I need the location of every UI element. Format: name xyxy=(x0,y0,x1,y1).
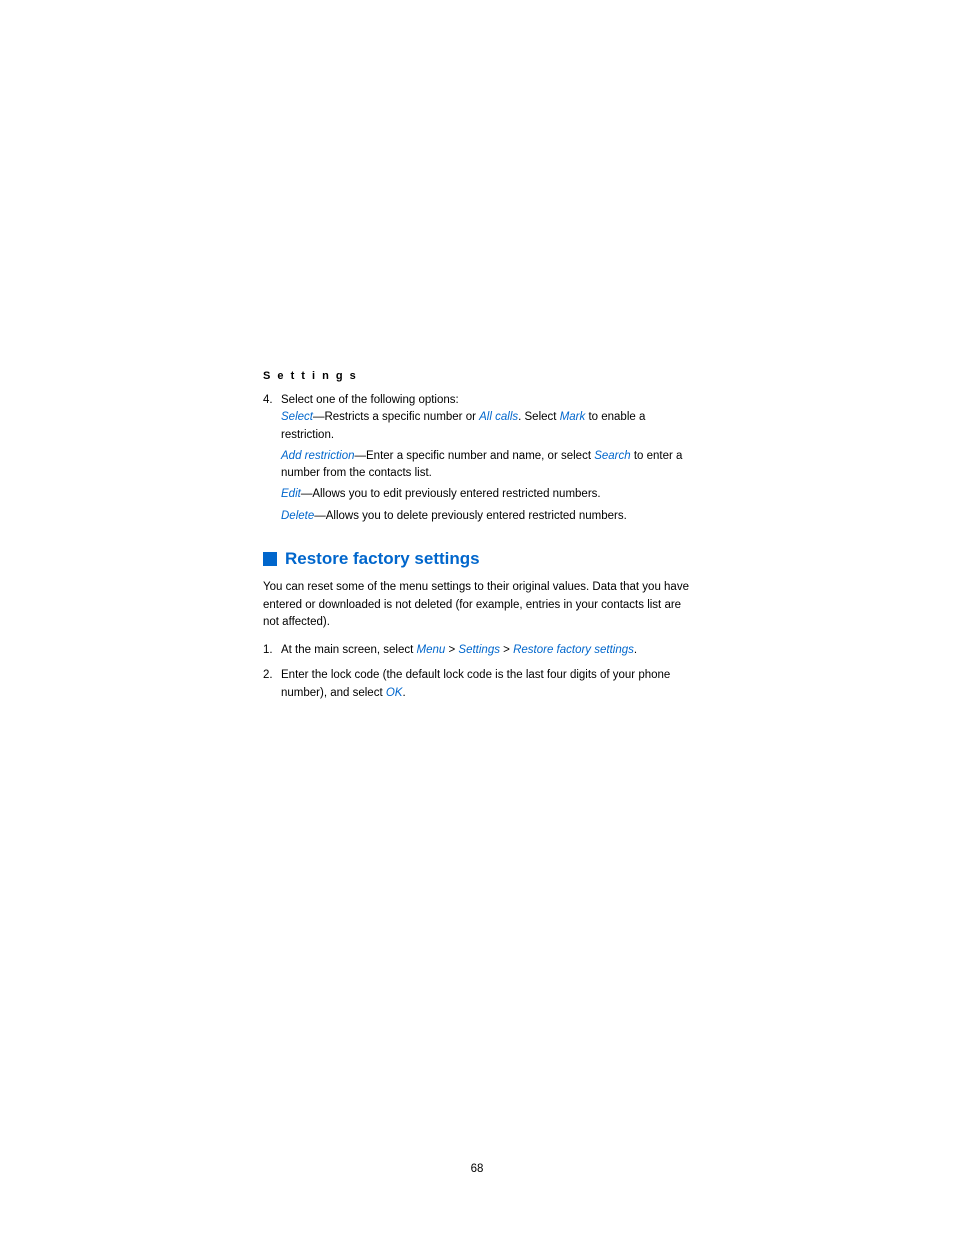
section-icon xyxy=(263,552,277,566)
link-ok[interactable]: OK xyxy=(386,687,403,699)
restore-step-1: 1. At the main screen, select Menu > Set… xyxy=(263,642,693,659)
link-add-restriction[interactable]: Add restriction xyxy=(281,450,355,462)
restore-step-2-content: Enter the lock code (the default lock co… xyxy=(281,667,693,702)
option-select-text2: . Select xyxy=(518,411,560,423)
link-search[interactable]: Search xyxy=(594,450,630,462)
option-add-restriction-text1: —Enter a specific number and name, or se… xyxy=(355,450,595,462)
settings-label: S e t t i n g s xyxy=(263,370,693,382)
step-4-intro: Select one of the following options: xyxy=(281,394,459,406)
step-4-number: 4. xyxy=(263,392,281,529)
restore-step-2-text-post: . xyxy=(402,687,405,699)
link-all-calls[interactable]: All calls xyxy=(479,411,518,423)
page-number: 68 xyxy=(471,1163,484,1175)
option-delete: Delete—Allows you to delete previously e… xyxy=(281,508,693,525)
restore-step-2: 2. Enter the lock code (the default lock… xyxy=(263,667,693,702)
link-edit[interactable]: Edit xyxy=(281,488,301,500)
link-restore-factory-settings[interactable]: Restore factory settings xyxy=(513,644,634,656)
restore-step-1-sep2: > xyxy=(500,644,513,656)
section-title: Restore factory settings xyxy=(285,549,480,569)
link-select[interactable]: Select xyxy=(281,411,313,423)
restore-step-1-text-post: . xyxy=(634,644,637,656)
option-edit: Edit—Allows you to edit previously enter… xyxy=(281,486,693,503)
restore-step-1-content: At the main screen, select Menu > Settin… xyxy=(281,642,693,659)
option-delete-text: —Allows you to delete previously entered… xyxy=(314,510,627,522)
option-select-text1: —Restricts a specific number or xyxy=(313,411,479,423)
option-edit-text: —Allows you to edit previously entered r… xyxy=(301,488,601,500)
step-4: 4. Select one of the following options: … xyxy=(263,392,693,529)
step-4-content: Select one of the following options: Sel… xyxy=(281,392,693,529)
section-body: You can reset some of the menu settings … xyxy=(263,579,693,632)
link-mark[interactable]: Mark xyxy=(560,411,586,423)
restore-step-2-number: 2. xyxy=(263,667,281,702)
link-delete[interactable]: Delete xyxy=(281,510,314,522)
restore-step-1-number: 1. xyxy=(263,642,281,659)
option-add-restriction: Add restriction—Enter a specific number … xyxy=(281,448,693,483)
page-content: S e t t i n g s 4. Select one of the fol… xyxy=(263,370,693,710)
section-heading: Restore factory settings xyxy=(263,549,693,569)
restore-step-2-text-pre: Enter the lock code (the default lock co… xyxy=(281,669,670,698)
link-settings[interactable]: Settings xyxy=(458,644,500,656)
link-menu[interactable]: Menu xyxy=(417,644,446,656)
option-select: Select—Restricts a specific number or Al… xyxy=(281,409,693,444)
restore-step-1-text-pre: At the main screen, select xyxy=(281,644,417,656)
restore-step-1-sep1: > xyxy=(445,644,458,656)
